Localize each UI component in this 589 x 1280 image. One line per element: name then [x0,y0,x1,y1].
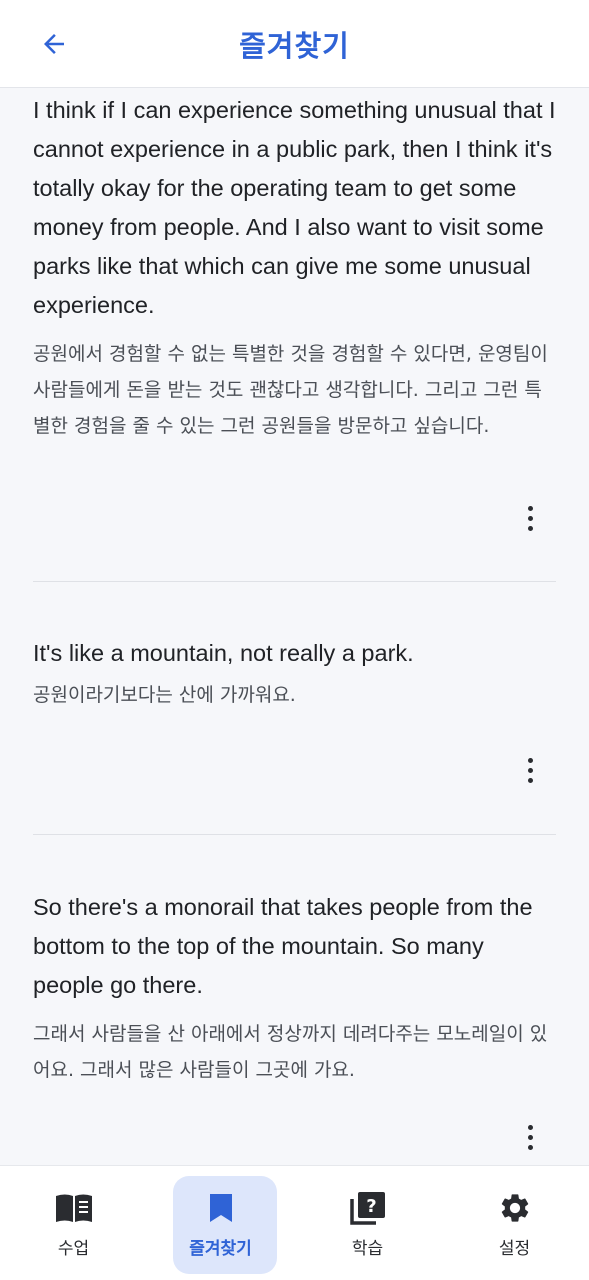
dot [527,1144,533,1150]
back-button[interactable] [32,22,76,66]
english-sentence: So there's a monorail that takes people … [33,894,533,998]
dot [527,525,533,531]
nav-item-study[interactable]: ? 학습 [294,1166,441,1259]
dot [527,777,533,783]
arrow-left-icon [44,34,64,54]
nav-item-settings[interactable]: 설정 [441,1166,588,1259]
korean-translation: 공원에서 경험할 수 없는 특별한 것을 경험할 수 있다면, 운영팀이 사람들… [33,343,548,437]
favorite-item: It's like a mountain, not really a park.… [33,582,556,835]
nav-item-lessons[interactable]: 수업 [0,1166,147,1259]
gear-icon [495,1190,535,1226]
bookmark-icon [201,1190,241,1226]
favorite-item: I think if I can experience something un… [33,88,556,582]
more-options-button[interactable] [516,752,544,788]
nav-label: 수업 [57,1239,90,1259]
nav-item-favorites[interactable]: 즐겨찾기 [147,1166,294,1274]
quiz-icon: ? [348,1190,388,1226]
korean-translation: 그래서 사람들을 산 아래에서 정상까지 데려다주는 모노레일이 있어요. 그래… [33,1023,548,1081]
more-options-button[interactable] [516,500,544,536]
nav-label: 학습 [351,1239,384,1259]
dot [527,515,533,521]
korean-translation: 공원이라기보다는 산에 가까워요. [33,684,296,706]
dot [527,505,533,511]
nav-label: 즐겨찾기 [189,1239,252,1259]
favorite-item: So there's a monorail that takes people … [33,835,556,1088]
app-bar: 즐겨찾기 [0,0,589,88]
dot [527,767,533,773]
nav-label: 설정 [498,1239,531,1259]
book-icon [54,1190,94,1226]
english-sentence: I think if I can experience something un… [33,97,556,318]
bottom-navigation: 수업 즐겨찾기 ? 학습 설정 [0,1166,589,1280]
svg-text:?: ? [366,1196,376,1217]
dot [527,1124,533,1130]
favorites-list[interactable]: I think if I can experience something un… [0,88,589,1166]
dot [527,1134,533,1140]
page-title: 즐겨찾기 [239,28,350,63]
english-sentence: It's like a mountain, not really a park. [33,640,414,666]
more-options-button[interactable] [516,1119,544,1155]
dot [527,757,533,763]
